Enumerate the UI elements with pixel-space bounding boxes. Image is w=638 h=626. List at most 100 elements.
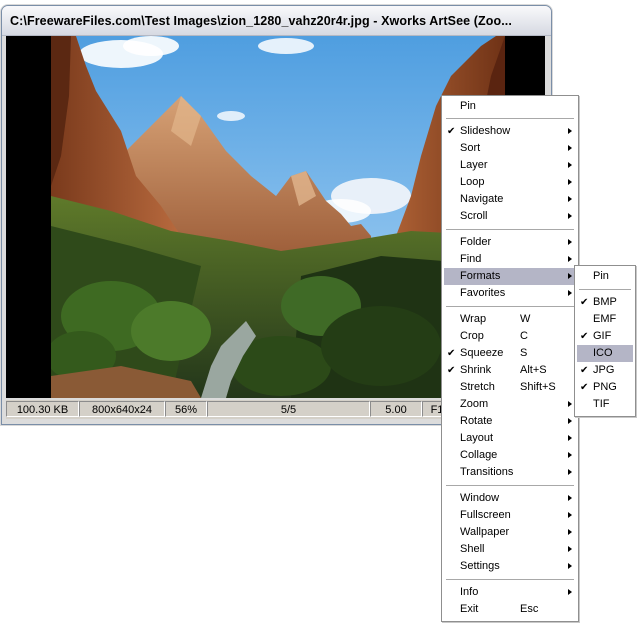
submenu-arrow-icon [568,196,572,202]
menu-item-label: Window [460,492,500,504]
title-bar[interactable]: C:\FreewareFiles.com\Test Images\zion_12… [2,6,551,36]
menu-item-wallpaper[interactable]: Wallpaper [444,524,576,541]
checkmark-icon: ✔ [580,297,589,308]
format-item-label: GIF [593,330,612,342]
menu-item-label: Wallpaper [460,526,510,538]
format-item-png[interactable]: ✔ PNG [577,379,633,396]
menu-item-label: Collage [460,449,498,461]
format-item-emf[interactable]: EMF [577,311,633,328]
submenu-arrow-icon [568,162,572,168]
format-item-bmp[interactable]: ✔ BMP [577,294,633,311]
landscape-photo [51,36,505,398]
menu-item-shrink[interactable]: ✔ Shrink Alt+S [444,362,576,379]
menu-item-settings[interactable]: Settings [444,558,576,575]
menu-item-label: Rotate [460,415,493,427]
menu-item-layout[interactable]: Layout [444,430,576,447]
menu-item-pin[interactable]: Pin [444,98,576,115]
format-item-ico[interactable]: ICO [577,345,633,362]
menu-item-label: Info [460,586,479,598]
menu-item-label: Exit [460,603,479,615]
menu-item-label: Sort [460,142,481,154]
menu-item-label: Crop [460,330,484,342]
menu-item-label: Favorites [460,287,506,299]
format-item-label: EMF [593,313,617,325]
status-dimensions: 800x640x24 [79,401,165,417]
menu-item-label: Folder [460,236,492,248]
format-item-gif[interactable]: ✔ GIF [577,328,633,345]
status-filesize: 100.30 KB [6,401,79,417]
menu-item-exit[interactable]: Exit Esc [444,601,576,618]
format-item-label: ICO [593,347,613,359]
menu-separator [446,306,574,307]
format-item-tif[interactable]: TIF [577,396,633,413]
submenu-arrow-icon [568,512,572,518]
menu-item-label: Navigate [460,193,504,205]
submenu-arrow-icon [568,469,572,475]
menu-item-slideshow[interactable]: ✔ Slideshow [444,123,576,140]
submenu-arrow-icon [568,435,572,441]
submenu-arrow-icon [568,239,572,245]
window-title: C:\FreewareFiles.com\Test Images\zion_12… [10,14,512,28]
menu-separator [446,118,574,119]
menu-item-info[interactable]: Info [444,584,576,601]
menu-item-fullscreen[interactable]: Fullscreen [444,507,576,524]
submenu-arrow-icon [568,563,572,569]
submenu-arrow-icon [568,589,572,595]
menu-item-wrap[interactable]: Wrap W [444,311,576,328]
menu-item-crop[interactable]: Crop C [444,328,576,345]
checkmark-icon: ✔ [580,365,589,376]
format-item-label: JPG [593,364,615,376]
submenu-arrow-icon [568,179,572,185]
format-item-pin[interactable]: Pin [577,268,633,285]
menu-item-loop[interactable]: Loop [444,174,576,191]
menu-item-shell[interactable]: Shell [444,541,576,558]
menu-item-label: Settings [460,560,500,572]
menu-item-label: Zoom [460,398,489,410]
submenu-arrow-icon [568,529,572,535]
format-item-label: PNG [593,381,617,393]
submenu-arrow-icon [568,418,572,424]
menu-separator [446,229,574,230]
menu-item-label: Layout [460,432,494,444]
menu-separator [446,485,574,486]
menu-item-squeeze[interactable]: ✔ Squeeze S [444,345,576,362]
format-item-jpg[interactable]: ✔ JPG [577,362,633,379]
menu-separator [579,289,631,290]
menu-item-shortcut: C [520,330,528,342]
menu-item-folder[interactable]: Folder [444,234,576,251]
menu-item-label: Stretch [460,381,495,393]
submenu-arrow-icon [568,256,572,262]
checkmark-icon: ✔ [447,348,456,359]
menu-item-label: Squeeze [460,347,504,359]
menu-item-transitions[interactable]: Transitions [444,464,576,481]
menu-item-label: Find [460,253,482,265]
submenu-arrow-icon [568,290,572,296]
submenu-arrow-icon [568,128,572,134]
menu-item-collage[interactable]: Collage [444,447,576,464]
status-interval: 5.00 [370,401,422,417]
checkmark-icon: ✔ [580,382,589,393]
menu-item-label: Shell [460,543,485,555]
format-item-label: BMP [593,296,617,308]
menu-item-label: Transitions [460,466,514,478]
menu-item-rotate[interactable]: Rotate [444,413,576,430]
menu-item-scroll[interactable]: Scroll [444,208,576,225]
submenu-arrow-icon [568,213,572,219]
menu-item-shortcut: Shift+S [520,381,556,393]
menu-item-find[interactable]: Find [444,251,576,268]
menu-item-label: Slideshow [460,125,511,137]
menu-item-stretch[interactable]: Stretch Shift+S [444,379,576,396]
menu-item-zoom[interactable]: Zoom [444,396,576,413]
menu-item-layer[interactable]: Layer [444,157,576,174]
menu-item-formats[interactable]: Formats [444,268,576,285]
menu-item-favorites[interactable]: Favorites [444,285,576,302]
submenu-arrow-icon [568,145,572,151]
menu-item-navigate[interactable]: Navigate [444,191,576,208]
menu-separator [446,579,574,580]
submenu-arrow-icon [568,546,572,552]
menu-item-window[interactable]: Window [444,490,576,507]
checkmark-icon: ✔ [580,331,589,342]
menu-item-sort[interactable]: Sort [444,140,576,157]
menu-item-label: Scroll [460,210,488,222]
menu-item-shortcut: S [520,347,528,359]
